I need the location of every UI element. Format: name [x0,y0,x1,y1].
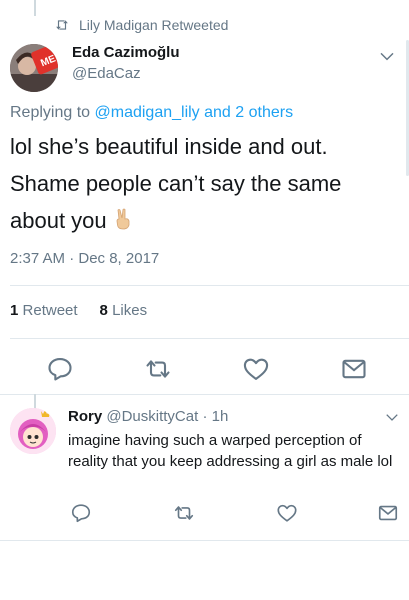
tweet-actions [0,355,409,383]
tweet-timestamp[interactable]: 2:37 AM · Dec 8, 2017 [10,250,159,267]
reply-author-name[interactable]: Rory [68,408,102,425]
reply-actions [0,502,409,524]
thread-connector-top [34,0,36,16]
retweet-icon [56,20,68,30]
replying-others-link[interactable]: and 2 others [200,104,293,121]
likes-stat[interactable]: 8 Likes [100,302,148,319]
chevron-down-icon[interactable] [379,48,395,64]
likes-label: Likes [112,302,148,319]
retweet-header[interactable]: Lily Madigan Retweeted [55,14,228,36]
message-icon[interactable] [377,502,399,524]
retweet-header-text: Lily Madigan Retweeted [79,17,229,33]
divider [0,540,409,541]
heart-icon[interactable] [276,502,298,524]
message-icon[interactable] [340,355,368,383]
author-name[interactable]: Eda Cazimoğlu [72,44,180,61]
victory-hand-emoji [116,208,130,230]
avatar[interactable]: ME [10,44,58,92]
tweet-body: lol she’s beautiful inside and out. Sham… [10,134,342,233]
replying-to: Replying to @madigan_lily and 2 others [10,104,293,122]
divider [10,285,409,286]
replying-prefix: Replying to [10,104,95,121]
reply-separator: · [202,408,208,425]
main-tweet-header: ME Eda Cazimoğlu @EdaCaz [8,42,409,94]
tweet-text: lol she’s beautiful inside and out. Sham… [10,128,389,239]
divider [10,338,409,339]
chevron-down-icon[interactable] [385,410,399,424]
tweet-stats: 1 Retweet 8 Likes [10,302,147,319]
divider [0,394,409,395]
avatar-image: ME [10,44,58,92]
likes-count: 8 [99,302,108,319]
replying-mention-link[interactable]: @madigan_lily [95,104,200,121]
retweets-count: 1 [10,302,19,319]
retweet-icon[interactable] [173,502,195,524]
avatar[interactable] [10,408,56,454]
reply-icon[interactable] [46,355,74,383]
reply-text: imagine having such a warped perception … [68,432,393,470]
retweet-icon[interactable] [144,355,172,383]
retweets-label: Retweet [22,302,78,319]
reply-author-handle[interactable]: @DuskittyCat [106,408,198,425]
reply-header: Rory @DuskittyCat · 1h [68,408,228,425]
reply-icon[interactable] [70,502,92,524]
avatar-image [10,408,56,454]
heart-icon[interactable] [242,355,270,383]
retweets-stat[interactable]: 1 Retweet [10,302,78,319]
reply-time[interactable]: 1h [212,408,229,425]
author-handle[interactable]: @EdaCaz [72,65,180,82]
